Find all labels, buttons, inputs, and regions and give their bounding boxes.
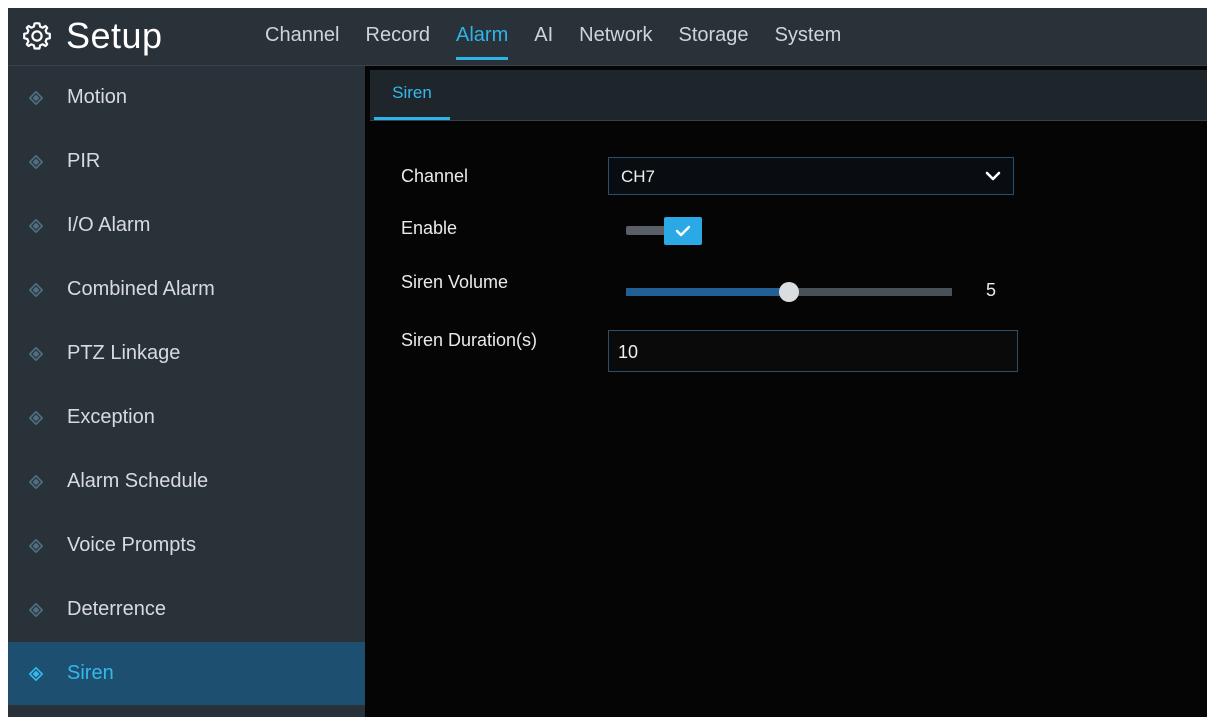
sidebar-item-label: Voice Prompts <box>67 534 196 556</box>
slider-thumb[interactable] <box>779 282 799 302</box>
sidebar-item-io-alarm[interactable]: I/O Alarm <box>8 194 365 257</box>
sidebar-item-label: Siren <box>67 662 114 684</box>
sidebar-item-deterrence[interactable]: Deterrence <box>8 578 365 641</box>
siren-duration-input[interactable]: 10 <box>608 330 1018 372</box>
sub-tab-bar: Siren <box>370 70 1207 121</box>
diamond-icon <box>29 218 43 233</box>
slider-fill <box>626 288 789 296</box>
tab-siren[interactable]: Siren <box>374 70 450 120</box>
main-panel: Siren Channel CH7 Enable Siren Volume 5 … <box>370 66 1207 717</box>
diamond-icon <box>29 474 43 489</box>
sidebar-item-pir[interactable]: PIR <box>8 130 365 193</box>
main-tabs: Channel Record Alarm AI Network Storage … <box>256 8 858 65</box>
sidebar-item-label: Motion <box>67 86 128 108</box>
tab-ai[interactable]: AI <box>525 8 562 65</box>
diamond-icon <box>29 410 43 425</box>
diamond-icon <box>29 90 43 105</box>
diamond-icon <box>29 346 43 361</box>
sidebar-item-ptz-linkage[interactable]: PTZ Linkage <box>8 322 365 385</box>
sidebar-item-siren[interactable]: Siren <box>8 642 365 705</box>
siren-duration-label: Siren Duration(s) <box>401 330 538 350</box>
toggle-knob <box>664 217 702 245</box>
sidebar-item-voice-prompts[interactable]: Voice Prompts <box>8 514 365 577</box>
enable-label: Enable <box>401 218 458 238</box>
setup-window: Setup Channel Record Alarm AI Network St… <box>8 8 1207 717</box>
channel-select-value: CH7 <box>621 167 656 186</box>
enable-toggle[interactable] <box>626 217 702 245</box>
sidebar-item-label: I/O Alarm <box>67 214 151 236</box>
sidebar-item-label: Combined Alarm <box>67 278 215 300</box>
tab-alarm[interactable]: Alarm <box>447 8 517 65</box>
siren-volume-slider[interactable] <box>626 278 952 304</box>
setup-header: Setup <box>22 14 163 58</box>
sidebar-item-label: Exception <box>67 406 155 428</box>
tab-channel[interactable]: Channel <box>256 8 349 65</box>
channel-select[interactable]: CH7 <box>608 157 1014 195</box>
siren-volume-value: 5 <box>986 280 997 300</box>
sidebar-item-label: PIR <box>67 150 101 172</box>
sidebar-item-exception[interactable]: Exception <box>8 386 365 449</box>
checkmark-icon <box>675 225 691 237</box>
sidebar-item-label: PTZ Linkage <box>67 342 181 364</box>
tab-network[interactable]: Network <box>570 8 661 65</box>
page-title: Setup <box>66 15 163 56</box>
channel-label: Channel <box>401 166 469 186</box>
diamond-icon <box>29 538 43 553</box>
diamond-icon <box>29 154 43 169</box>
diamond-icon <box>29 282 43 297</box>
tab-record[interactable]: Record <box>357 8 439 65</box>
gear-icon <box>23 22 51 50</box>
sidebar-item-label: Deterrence <box>67 598 166 620</box>
sidebar: Motion PIR I/O Alarm Combined Alarm PTZ … <box>8 66 365 717</box>
siren-volume-label: Siren Volume <box>401 272 509 292</box>
tab-storage[interactable]: Storage <box>670 8 758 65</box>
chevron-down-icon <box>985 171 1001 181</box>
sidebar-item-label: Alarm Schedule <box>67 470 209 492</box>
sidebar-item-motion[interactable]: Motion <box>8 66 365 129</box>
top-navigation-bar: Setup Channel Record Alarm AI Network St… <box>8 8 1207 66</box>
tab-system[interactable]: System <box>766 8 851 65</box>
diamond-icon <box>29 602 43 617</box>
sidebar-item-alarm-schedule[interactable]: Alarm Schedule <box>8 450 365 513</box>
diamond-icon <box>29 666 43 681</box>
sidebar-item-combined-alarm[interactable]: Combined Alarm <box>8 258 365 321</box>
